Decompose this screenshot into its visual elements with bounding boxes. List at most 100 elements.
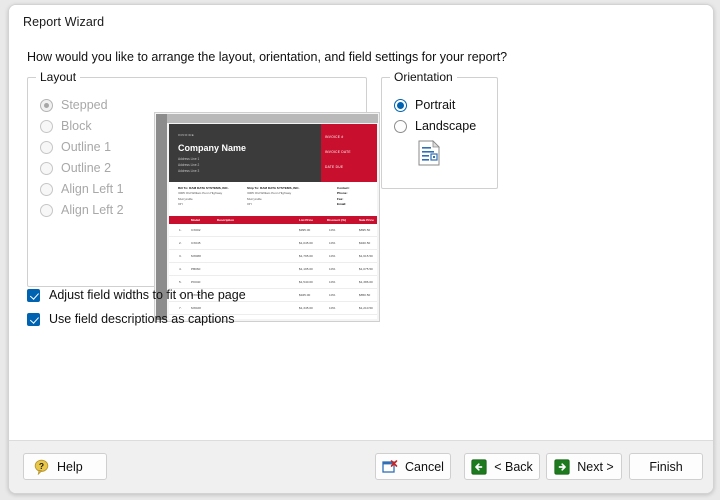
radio-icon-stepped[interactable] [40, 98, 53, 112]
checkbox-label-adjust-field-widths: Adjust field widths to fit on the page [49, 288, 246, 302]
help-button[interactable]: ? Help [23, 453, 107, 480]
radio-icon-portrait[interactable] [394, 98, 407, 112]
checkbox-icon-adjust-field-widths[interactable] [27, 288, 40, 302]
row-sale-price: $1,075.50 [359, 267, 373, 271]
row-sale-price: $1,386.00 [359, 280, 373, 284]
row-sale-price: $895.50 [359, 228, 371, 232]
finish-button[interactable]: Finish [629, 453, 703, 480]
page-prompt: How would you like to arrange the layout… [27, 50, 508, 64]
row-sale-price: $1,210.50 [359, 306, 373, 310]
row-discount: 10% [329, 306, 336, 310]
row-model: PK040 [191, 280, 201, 284]
row-index: 1. [179, 228, 182, 232]
row-list-price: $995.00 [299, 228, 311, 232]
row-list-price: $1,045.00 [299, 241, 313, 245]
column-header-description: Description [217, 218, 235, 222]
row-discount: 10% [329, 280, 336, 284]
orientation-legend: Orientation [390, 70, 457, 84]
column-header-model: Model [191, 218, 200, 222]
page-portrait-icon [418, 140, 440, 166]
row-list-price: $945.00 [299, 293, 311, 297]
invoice-date-label: INVOICE DATE [325, 150, 351, 154]
window-titlebar: Report Wizard [9, 5, 713, 35]
row-sale-price: $1,615.50 [359, 254, 373, 258]
radio-icon-block[interactable] [40, 119, 53, 133]
radio-label-align-left-1: Align Left 1 [61, 182, 124, 196]
radio-icon-outline-2[interactable] [40, 161, 53, 175]
row-discount: 10% [329, 254, 336, 258]
invoice-address-line-2: Address Line 2 [178, 163, 200, 167]
row-list-price: $1,195.00 [299, 267, 313, 271]
row-index: 3. [179, 254, 182, 258]
checkbox-adjust-field-widths[interactable]: Adjust field widths to fit on the page [27, 288, 246, 302]
radio-layout-outline-1[interactable]: Outline 1 [40, 140, 111, 154]
radio-label-align-left-2: Align Left 2 [61, 203, 124, 217]
radio-layout-block[interactable]: Block [40, 119, 92, 133]
row-index: 5. [179, 280, 182, 284]
radio-label-portrait: Portrait [415, 98, 456, 112]
radio-layout-outline-2[interactable]: Outline 2 [40, 161, 111, 175]
radio-label-outline-1: Outline 1 [61, 140, 112, 154]
radio-label-outline-2: Outline 2 [61, 161, 112, 175]
radio-orientation-portrait[interactable]: Portrait [394, 98, 455, 112]
wizard-footer: ? Help Cancel < Back Next > Finish [9, 440, 713, 493]
table-row: 3. MX088 $1,795.00 10% $1,615.50 [169, 250, 377, 263]
row-discount: 10% [329, 293, 336, 297]
column-header-sale-price: Sale Price [359, 218, 374, 222]
radio-icon-landscape[interactable] [394, 119, 407, 133]
invoice-date-due-label: DATE DUE [325, 165, 344, 169]
invoice-number-label: INVOICE # [325, 135, 344, 139]
layout-groupbox: Layout Stepped Block Outline 1 Outline 2… [27, 70, 380, 322]
checkbox-icon-use-field-descriptions[interactable] [27, 312, 40, 326]
radio-icon-align-left-1[interactable] [40, 182, 53, 196]
row-list-price: $1,795.00 [299, 254, 313, 258]
invoice-company-name: Company Name [178, 143, 247, 153]
table-row: 4. PB060 $1,195.00 10% $1,075.50 [169, 263, 377, 276]
radio-layout-align-left-2[interactable]: Align Left 2 [40, 203, 124, 217]
finish-button-label: Finish [649, 459, 683, 474]
invoice-table-header: Model Description List Price Discount (%… [169, 216, 377, 224]
arrow-left-icon [471, 458, 487, 475]
table-row: 2. CX045 $1,045.00 10% $940.50 [169, 237, 377, 250]
radio-icon-align-left-2[interactable] [40, 203, 53, 217]
radio-layout-align-left-1[interactable]: Align Left 1 [40, 182, 124, 196]
checkbox-use-field-descriptions[interactable]: Use field descriptions as captions [27, 312, 235, 326]
row-list-price: $1,345.00 [299, 306, 313, 310]
row-discount: 10% [329, 228, 336, 232]
help-button-label: Help [57, 459, 83, 474]
row-model: CX045 [191, 241, 201, 245]
bill-to-line-3: OH [178, 202, 183, 207]
cancel-button-label: Cancel [405, 459, 444, 474]
column-header-discount: Discount (%) [327, 218, 346, 222]
next-button[interactable]: Next > [546, 453, 622, 480]
invoice-parties: Bill To: RAM DATA SYSTEMS, INC. 3005 Old… [169, 182, 377, 216]
table-row: 1. CX002 $995.00 10% $895.50 [169, 224, 377, 237]
help-bubble-icon: ? [34, 459, 49, 475]
invoice-contact-block: Contact: Phone: Fax: Email: [337, 186, 350, 208]
email-label: Email: [337, 202, 347, 207]
cancel-button[interactable]: Cancel [375, 453, 451, 480]
orientation-groupbox: Orientation Portrait Landscape [381, 70, 498, 189]
invoice-word: INVOICE [178, 133, 195, 137]
back-button[interactable]: < Back [464, 453, 540, 480]
radio-icon-outline-1[interactable] [40, 140, 53, 154]
row-model: MX088 [191, 254, 201, 258]
row-model: MX028 [191, 306, 201, 310]
row-discount: 10% [329, 241, 336, 245]
row-model: PB060 [191, 267, 201, 271]
row-index: 4. [179, 267, 182, 271]
radio-layout-stepped[interactable]: Stepped [40, 98, 108, 112]
radio-orientation-landscape[interactable]: Landscape [394, 119, 476, 133]
window-title: Report Wizard [23, 15, 105, 29]
svg-text:?: ? [39, 461, 44, 471]
report-wizard-window: Report Wizard How would you like to arra… [8, 4, 714, 494]
cancel-window-close-icon [382, 459, 398, 473]
invoice-address-line-1: Address Line 1 [178, 157, 200, 161]
next-button-label: Next > [577, 459, 614, 474]
invoice-header: INVOICE Company Name Address Line 1 Addr… [169, 124, 377, 182]
row-list-price: $1,540.00 [299, 280, 313, 284]
row-index: 7. [179, 306, 182, 310]
layout-legend: Layout [36, 70, 81, 84]
invoice-ship-to: Ship To: RAM DATA SYSTEMS, INC. 3005 Old… [247, 186, 299, 208]
invoice-address-line-3: Address Line 3 [178, 169, 200, 173]
